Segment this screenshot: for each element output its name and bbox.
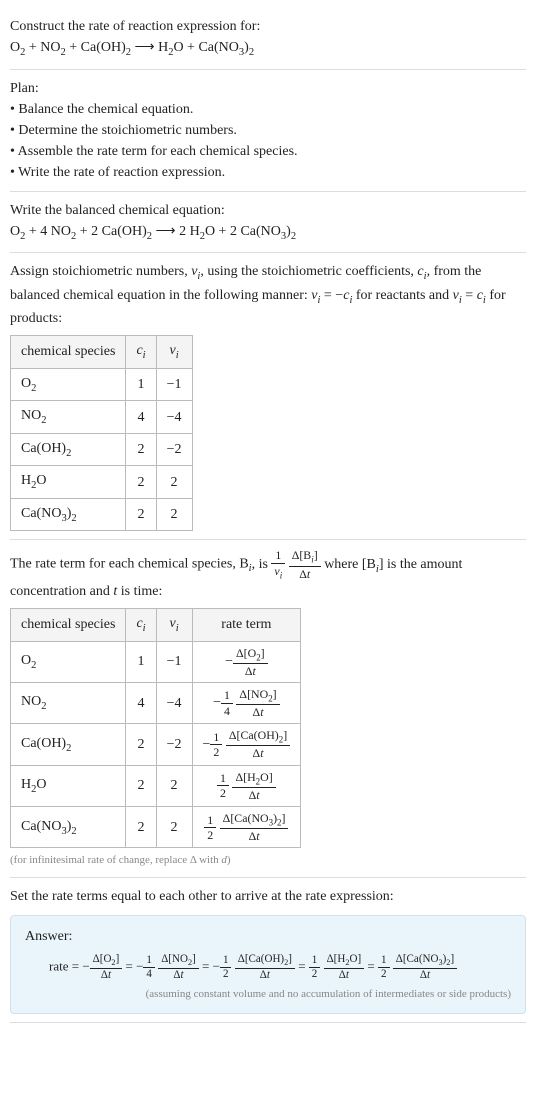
table-row: NO24−4−14 Δ[NO2]Δt bbox=[11, 683, 301, 724]
cell-ci: 2 bbox=[126, 807, 156, 848]
final-intro: Set the rate terms equal to each other t… bbox=[10, 886, 526, 907]
cell-vi: −2 bbox=[156, 724, 192, 765]
intro-prompt: Construct the rate of reaction expressio… bbox=[10, 16, 526, 37]
balanced-intro: Write the balanced chemical equation: bbox=[10, 200, 526, 221]
final-section: Set the rate terms equal to each other t… bbox=[10, 878, 526, 1023]
cell-vi: −1 bbox=[156, 368, 192, 401]
table-row: Ca(NO3)22212 Δ[Ca(NO3)2]Δt bbox=[11, 807, 301, 848]
cell-term: 12 Δ[H2O]Δt bbox=[192, 765, 301, 806]
cell-vi: 2 bbox=[156, 466, 192, 499]
cell-species: H2O bbox=[11, 466, 126, 499]
table-row: H2O22 bbox=[11, 466, 193, 499]
plan-item: Write the rate of reaction expression. bbox=[10, 162, 526, 183]
cell-species: Ca(OH)2 bbox=[11, 724, 126, 765]
intro-section: Construct the rate of reaction expressio… bbox=[10, 8, 526, 70]
plan-section: Plan: Balance the chemical equation. Det… bbox=[10, 70, 526, 192]
col-vi: νi bbox=[156, 336, 192, 369]
cell-ci: 1 bbox=[126, 368, 156, 401]
rate-terms-footnote: (for infinitesimal rate of change, repla… bbox=[10, 852, 526, 869]
cell-ci: 2 bbox=[126, 433, 156, 466]
cell-species: Ca(NO3)2 bbox=[11, 807, 126, 848]
plan-title: Plan: bbox=[10, 78, 526, 99]
answer-assumption: (assuming constant volume and no accumul… bbox=[25, 986, 511, 1003]
col-ci: ci bbox=[126, 336, 156, 369]
cell-vi: 2 bbox=[156, 498, 192, 531]
cell-term: −12 Δ[Ca(OH)2]Δt bbox=[192, 724, 301, 765]
rate-terms-table: chemical species ci νi rate term O21−1−Δ… bbox=[10, 608, 301, 848]
plan-list: Balance the chemical equation. Determine… bbox=[10, 99, 526, 183]
col-species: chemical species bbox=[11, 336, 126, 369]
table-row: Ca(NO3)222 bbox=[11, 498, 193, 531]
intro-pre: The rate term for each chemical species,… bbox=[10, 557, 249, 572]
rate-terms-intro: The rate term for each chemical species,… bbox=[10, 548, 526, 602]
cell-term: 12 Δ[Ca(NO3)2]Δt bbox=[192, 807, 301, 848]
table-row: O21−1−Δ[O2]Δt bbox=[11, 641, 301, 682]
plan-item: Balance the chemical equation. bbox=[10, 99, 526, 120]
cell-vi: −1 bbox=[156, 641, 192, 682]
cell-ci: 4 bbox=[126, 683, 156, 724]
table-row: Ca(OH)22−2 bbox=[11, 433, 193, 466]
cell-species: NO2 bbox=[11, 401, 126, 434]
plan-item: Determine the stoichiometric numbers. bbox=[10, 120, 526, 141]
intro-equation: O2 + NO2 + Ca(OH)2 ⟶ H2O + Ca(NO3)2 bbox=[10, 37, 526, 61]
answer-label: Answer: bbox=[25, 926, 511, 947]
col-vi: νi bbox=[156, 609, 192, 642]
stoich-table: chemical species ci νi O21−1 NO24−4 Ca(O… bbox=[10, 335, 193, 531]
table-row: O21−1 bbox=[11, 368, 193, 401]
answer-box: Answer: rate = −Δ[O2]Δt = −14 Δ[NO2]Δt =… bbox=[10, 915, 526, 1014]
cell-ci: 2 bbox=[126, 724, 156, 765]
rate-terms-section: The rate term for each chemical species,… bbox=[10, 540, 526, 877]
cell-species: Ca(NO3)2 bbox=[11, 498, 126, 531]
answer-expression: rate = −Δ[O2]Δt = −14 Δ[NO2]Δt = −12 Δ[C… bbox=[25, 953, 511, 982]
table-row: Ca(OH)22−2−12 Δ[Ca(OH)2]Δt bbox=[11, 724, 301, 765]
cell-species: NO2 bbox=[11, 683, 126, 724]
cell-species: O2 bbox=[11, 641, 126, 682]
cell-term: −14 Δ[NO2]Δt bbox=[192, 683, 301, 724]
stoich-intro: Assign stoichiometric numbers, νi, using… bbox=[10, 261, 526, 329]
plan-item: Assemble the rate term for each chemical… bbox=[10, 141, 526, 162]
table-row: H2O2212 Δ[H2O]Δt bbox=[11, 765, 301, 806]
cell-vi: −2 bbox=[156, 433, 192, 466]
col-species: chemical species bbox=[11, 609, 126, 642]
stoich-section: Assign stoichiometric numbers, νi, using… bbox=[10, 253, 526, 540]
balanced-equation: O2 + 4 NO2 + 2 Ca(OH)2 ⟶ 2 H2O + 2 Ca(NO… bbox=[10, 221, 526, 245]
cell-ci: 2 bbox=[126, 765, 156, 806]
cell-term: −Δ[O2]Δt bbox=[192, 641, 301, 682]
col-rate-term: rate term bbox=[192, 609, 301, 642]
table-header-row: chemical species ci νi bbox=[11, 336, 193, 369]
cell-ci: 4 bbox=[126, 401, 156, 434]
col-ci: ci bbox=[126, 609, 156, 642]
cell-vi: −4 bbox=[156, 401, 192, 434]
cell-vi: 2 bbox=[156, 807, 192, 848]
table-row: NO24−4 bbox=[11, 401, 193, 434]
cell-species: H2O bbox=[11, 765, 126, 806]
cell-species: Ca(OH)2 bbox=[11, 433, 126, 466]
cell-species: O2 bbox=[11, 368, 126, 401]
cell-vi: 2 bbox=[156, 765, 192, 806]
table-header-row: chemical species ci νi rate term bbox=[11, 609, 301, 642]
cell-ci: 1 bbox=[126, 641, 156, 682]
balanced-section: Write the balanced chemical equation: O2… bbox=[10, 192, 526, 254]
cell-ci: 2 bbox=[126, 466, 156, 499]
cell-vi: −4 bbox=[156, 683, 192, 724]
cell-ci: 2 bbox=[126, 498, 156, 531]
